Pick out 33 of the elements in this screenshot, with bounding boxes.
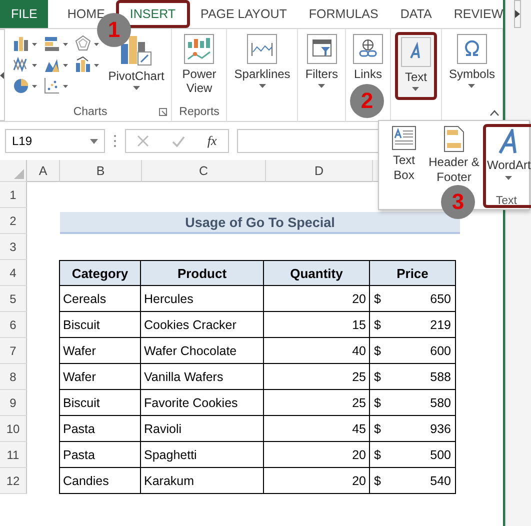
table-cell: Cereals (59, 286, 141, 312)
currency-symbol: $ (374, 370, 381, 384)
price-value: 650 (430, 292, 451, 306)
currency-symbol: $ (374, 422, 381, 436)
table-cell: Wafer (59, 364, 141, 390)
group-label: Reports (179, 106, 220, 118)
table-cell: Biscuit (59, 390, 141, 416)
price-value: 500 (430, 448, 451, 462)
price-value: 540 (430, 474, 451, 488)
currency-symbol: $ (374, 396, 381, 410)
group-label: Charts (73, 106, 108, 118)
currency-symbol: $ (374, 474, 381, 488)
currency-symbol: $ (374, 344, 381, 358)
price-value: 219 (430, 318, 451, 332)
table-cell: Pasta (59, 442, 141, 468)
table-header-cell: Quantity (263, 260, 370, 286)
table-cell: Wafer (59, 338, 141, 364)
price-value: 588 (430, 370, 451, 384)
step-number-tooltip: 2 (350, 84, 384, 118)
currency-symbol: $ (374, 318, 381, 332)
currency-symbol: $ (374, 448, 381, 462)
price-value: 600 (430, 344, 451, 358)
price-value: 936 (430, 422, 451, 436)
table-cell: Biscuit (59, 312, 141, 338)
table-cell: Pasta (59, 416, 141, 442)
price-value: 580 (430, 396, 451, 410)
table-header-cell: Price (369, 260, 456, 286)
table-header-cell: Product (140, 260, 264, 286)
table-header-cell: Category (59, 260, 141, 286)
sheet-title: Usage of Go To Special (60, 212, 460, 234)
table-cell: Candies (59, 468, 141, 494)
group-label: Text (496, 195, 517, 207)
currency-symbol: $ (374, 292, 381, 306)
